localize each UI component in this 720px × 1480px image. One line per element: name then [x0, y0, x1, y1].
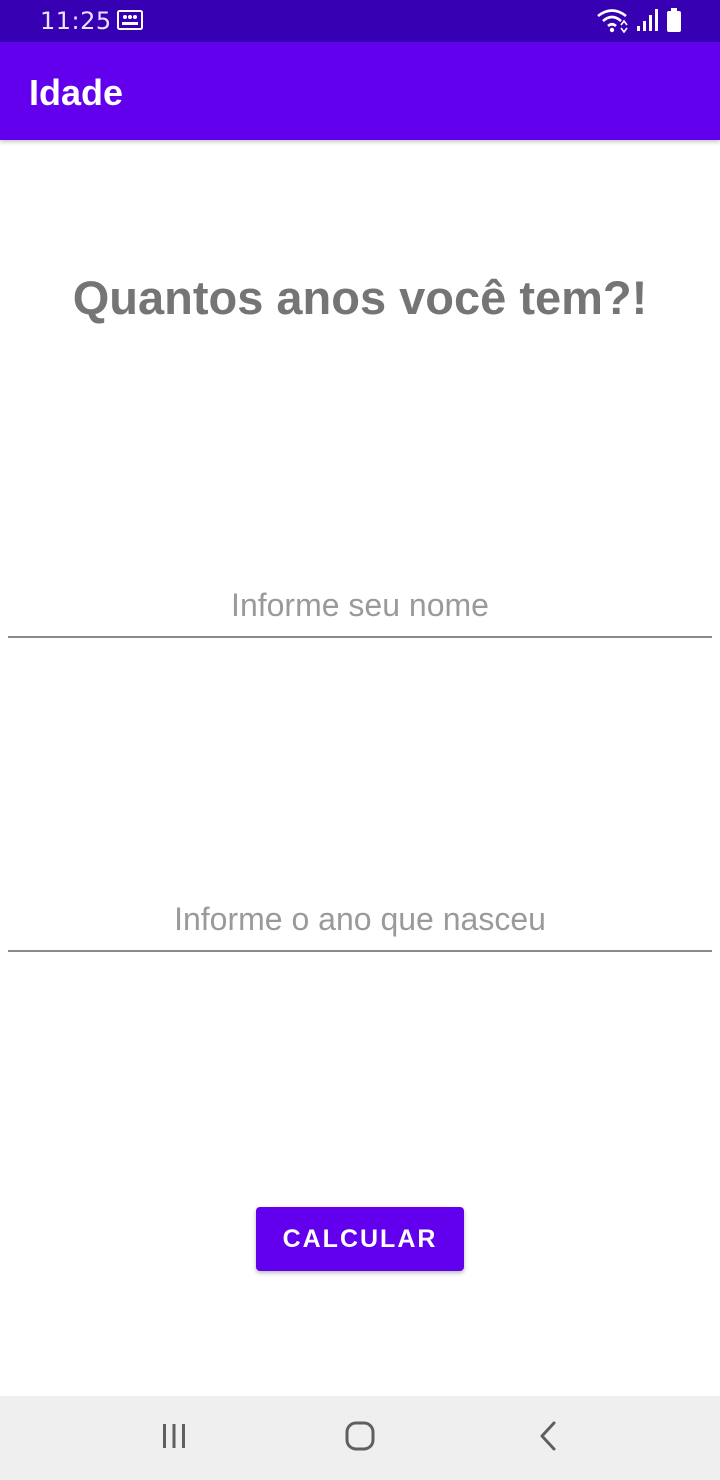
back-icon [538, 1421, 558, 1455]
app-title: Idade [29, 72, 124, 113]
birth-year-input[interactable] [8, 888, 712, 952]
name-input[interactable] [8, 574, 712, 638]
status-icons [596, 7, 682, 37]
recent-apps-button[interactable] [150, 1416, 198, 1460]
battery-icon [666, 7, 682, 37]
home-button[interactable] [336, 1416, 384, 1460]
home-icon [345, 1421, 375, 1455]
status-bar: 11:25 [0, 0, 720, 42]
calculate-button[interactable]: CALCULAR [256, 1207, 464, 1271]
gallery-notification-icon [117, 10, 143, 34]
back-button[interactable] [524, 1416, 572, 1460]
wifi-icon [596, 7, 628, 37]
app-bar: Idade [0, 42, 720, 140]
navigation-bar [0, 1396, 720, 1480]
recent-apps-icon [160, 1422, 188, 1454]
signal-icon [636, 8, 658, 36]
status-time: 11:25 [40, 7, 112, 35]
page-heading: Quantos anos você tem?! [72, 271, 648, 324]
